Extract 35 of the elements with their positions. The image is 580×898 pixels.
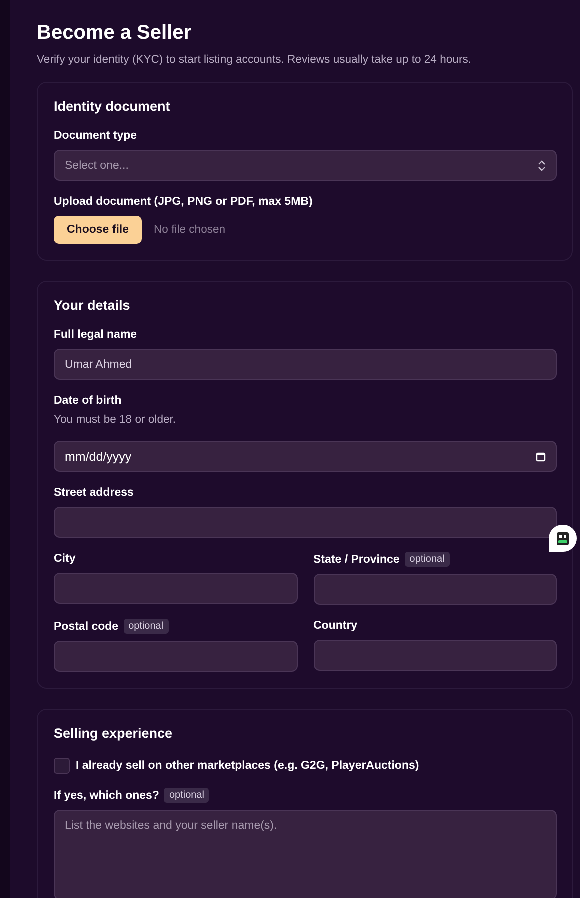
checkbox-label: I already sell on other marketplaces (e.g. G2G, PlayerAuctions) <box>76 760 420 772</box>
field-hint: You must be 18 or older. <box>54 414 178 426</box>
chat-bot-icon[interactable] <box>549 525 577 552</box>
select-field[interactable]: Select one... <box>54 150 557 181</box>
input-field[interactable] <box>54 507 557 538</box>
input-field[interactable] <box>314 574 557 605</box>
field-label: City <box>54 553 76 565</box>
field-label: Upload document (JPG, PNG or PDF, max 5MB) <box>54 196 313 208</box>
page-subtitle: Verify your identity (KYC) to start listing accounts. Reviews usually take up to 24 hours. <box>37 54 472 66</box>
page-title: Become a Seller <box>37 22 193 45</box>
optional-tag: optional <box>164 788 210 803</box>
field-label: Document type <box>54 130 138 142</box>
field-label: Street address <box>54 487 134 499</box>
choose-file-button[interactable]: Choose file <box>54 216 142 244</box>
date-field[interactable]: mm/dd/yyyy <box>54 441 557 472</box>
optional-tag: optional <box>404 552 450 567</box>
field-label: Country <box>314 620 358 632</box>
section-title: Identity document <box>54 99 172 114</box>
textarea-field[interactable]: List the websites and your seller name(s). <box>54 810 557 898</box>
file-status: No file chosen <box>154 224 226 236</box>
section-title: Selling experience <box>54 726 174 741</box>
field-label: Postal code <box>54 620 119 632</box>
input-field[interactable] <box>54 641 298 672</box>
input-field[interactable]: Umar Ahmed <box>54 349 557 380</box>
field-label: If yes, which ones? <box>54 790 160 802</box>
input-field[interactable] <box>314 640 557 671</box>
field-label: State / Province <box>314 554 400 566</box>
chevron-icon <box>538 160 546 172</box>
calendar-icon <box>536 452 546 462</box>
input-field[interactable] <box>54 573 298 604</box>
field-label: Date of birth <box>54 395 122 407</box>
field-label: Full legal name <box>54 329 138 341</box>
section-title: Your details <box>54 298 132 313</box>
checkbox[interactable] <box>54 758 70 774</box>
optional-tag: optional <box>124 619 169 634</box>
